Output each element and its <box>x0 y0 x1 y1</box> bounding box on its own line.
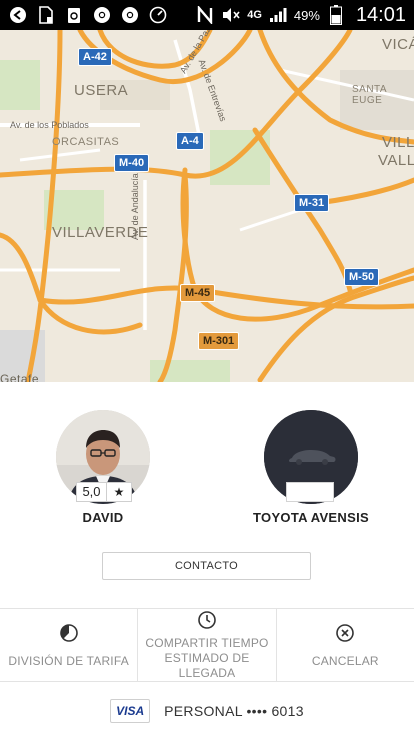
star-icon: ★ <box>113 485 125 499</box>
road-shield-a4: A-4 <box>176 132 204 150</box>
share-eta-button[interactable]: COMPARTIR TIEMPO ESTIMADO DE LLEGADA <box>137 609 275 681</box>
street-andalucia: Av. de Andalucía <box>130 173 140 240</box>
place-vica: VICÁ <box>382 36 414 53</box>
signal-icon <box>268 5 288 25</box>
map-view[interactable]: A-42 A-4 M-40 M-31 M-45 M-50 M-301 USERA… <box>0 30 414 382</box>
place-getafe: Getafe <box>0 372 40 382</box>
license-plate-badge <box>286 482 334 502</box>
place-orcasitas: ORCASITAS <box>52 136 120 148</box>
clock: 14:01 <box>355 3 406 26</box>
road-shield-m45: M-45 <box>180 284 216 302</box>
road-shield-m301: M-301 <box>198 332 240 350</box>
battery-percent: 49% <box>293 7 320 23</box>
clock-icon <box>196 609 218 630</box>
share-eta-label-line2: ESTIMADO DE LLEGADA <box>164 651 250 680</box>
cancel-trip-button[interactable]: CANCELAR <box>275 609 414 681</box>
driver-name: DAVID <box>82 510 124 525</box>
road-shield-m50: M-50 <box>344 268 380 286</box>
status-bar: 4G 49% 14:01 <box>0 0 414 30</box>
file-icon <box>36 5 56 25</box>
place-valle: VALLE <box>378 152 414 169</box>
payment-label: PERSONAL •••• 6013 <box>164 703 304 719</box>
place-villa: VILLA <box>382 134 414 151</box>
payment-method[interactable]: VISA PERSONAL •••• 6013 <box>0 694 414 728</box>
split-fare-button[interactable]: DIVISIÓN DE TARIFA <box>0 609 137 681</box>
network-type: 4G <box>247 9 262 21</box>
share-eta-label-line1: COMPARTIR TIEMPO <box>145 636 269 650</box>
mute-icon <box>221 5 241 25</box>
road-shield-m40: M-40 <box>114 154 150 172</box>
chrome-icon <box>92 5 112 25</box>
back-icon <box>8 5 28 25</box>
close-icon <box>334 622 356 644</box>
driver-rating: 5,0 <box>77 483 107 501</box>
split-fare-label: DIVISIÓN DE TARIFA <box>8 653 129 668</box>
nfc-icon <box>195 5 215 25</box>
driver-rating-badge: 5,0 ★ <box>76 482 132 502</box>
contact-button[interactable]: CONTACTO <box>102 552 311 580</box>
split-fare-icon <box>58 622 80 644</box>
visa-card-icon: VISA <box>110 699 151 723</box>
chrome-icon <box>120 5 140 25</box>
street-poblados: Av. de los Poblados <box>10 120 89 130</box>
cancel-label: CANCELAR <box>311 653 379 668</box>
vehicle-name: TOYOTA AVENSIS <box>253 510 369 525</box>
trip-actions: DIVISIÓN DE TARIFA COMPARTIR TIEMPO ESTI… <box>0 608 414 682</box>
road-shield-m31: M-31 <box>294 194 330 212</box>
speed-icon <box>148 5 168 25</box>
place-santa-eugenia: SANTA EUGE <box>352 84 387 106</box>
trip-details-panel: 5,0 ★ DAVID TOYOTA AVENSIS CONTACTO DIVI… <box>0 382 414 737</box>
recycle-icon <box>64 5 84 25</box>
place-usera: USERA <box>74 82 129 99</box>
battery-icon <box>326 5 346 25</box>
road-shield-a42: A-42 <box>78 48 112 66</box>
